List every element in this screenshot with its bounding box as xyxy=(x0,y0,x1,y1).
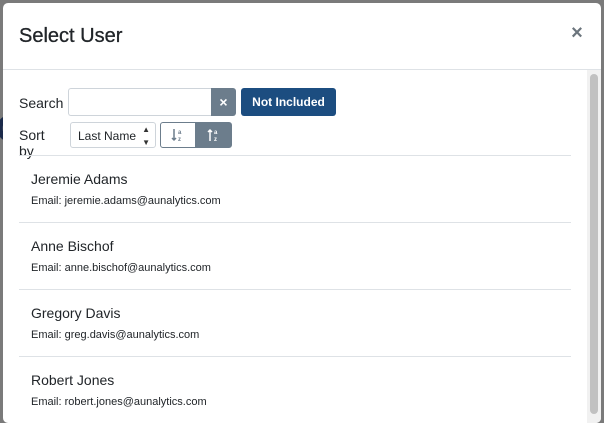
user-list-item[interactable]: Gregory Davis Email: greg.davis@aunalyti… xyxy=(19,290,571,357)
sort-ascending-button[interactable]: a z xyxy=(160,122,196,148)
user-email: Email: jeremie.adams@aunalytics.com xyxy=(31,195,221,207)
svg-text:a: a xyxy=(178,130,182,136)
sort-select[interactable]: Last Name ▲ ▼ xyxy=(70,122,156,148)
user-email: Email: greg.davis@aunalytics.com xyxy=(31,329,200,341)
close-button[interactable]: × xyxy=(569,23,585,43)
svg-text:z: z xyxy=(214,137,217,142)
user-name: Robert Jones xyxy=(31,372,115,388)
modal-scrollbar[interactable] xyxy=(587,70,601,423)
user-list-item[interactable]: Anne Bischof Email: anne.bischof@aunalyt… xyxy=(19,223,571,290)
search-input[interactable] xyxy=(68,88,219,116)
svg-text:z: z xyxy=(178,137,181,142)
sort-select-value: Last Name xyxy=(78,129,137,143)
user-name: Jeremie Adams xyxy=(31,171,128,187)
svg-text:a: a xyxy=(214,130,218,136)
user-list-item[interactable]: Jeremie Adams Email: jeremie.adams@aunal… xyxy=(19,156,571,223)
modal-header: Select User × xyxy=(3,3,601,70)
sort-descending-button[interactable]: a z xyxy=(196,122,232,148)
user-name: Gregory Davis xyxy=(31,305,121,321)
select-caret-icon: ▲ ▼ xyxy=(142,125,150,147)
not-included-button[interactable]: Not Included xyxy=(241,88,336,116)
modal-title: Select User xyxy=(19,25,123,47)
sort-ascending-icon: a z xyxy=(171,129,182,143)
modal-body: Search × Not Included Sort by Last Name … xyxy=(3,70,587,423)
user-email: Email: anne.bischof@aunalytics.com xyxy=(31,262,211,274)
clear-search-button[interactable]: × xyxy=(211,88,236,116)
search-label: Search xyxy=(19,95,64,111)
user-list-item[interactable]: Robert Jones Email: robert.jones@aunalyt… xyxy=(19,357,571,423)
user-email: Email: robert.jones@aunalytics.com xyxy=(31,396,207,408)
sort-descending-icon: a z xyxy=(207,129,218,143)
scrollbar-thumb[interactable] xyxy=(590,74,598,414)
user-name: Anne Bischof xyxy=(31,238,114,254)
user-list: Jeremie Adams Email: jeremie.adams@aunal… xyxy=(19,155,571,423)
select-user-modal: Select User × Search × Not Included Sort… xyxy=(3,3,601,423)
